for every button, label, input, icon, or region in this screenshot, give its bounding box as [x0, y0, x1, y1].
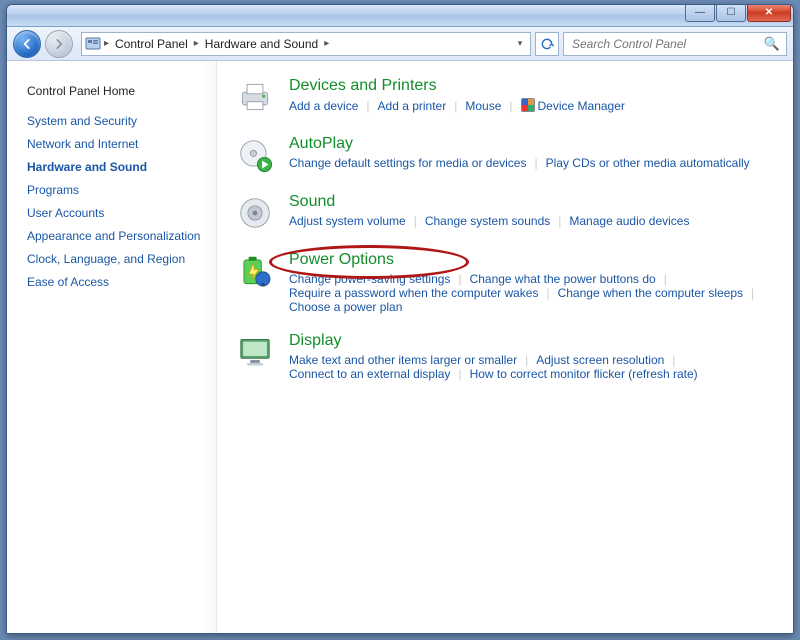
link-device-manager[interactable]: Device Manager	[521, 98, 625, 113]
speaker-icon	[235, 193, 275, 233]
control-panel-window: — ☐ ✕ ▸ Control Panel ▸ Hardware and Sou…	[6, 4, 794, 634]
back-button[interactable]	[13, 30, 41, 58]
control-panel-home-link[interactable]: Control Panel Home	[27, 84, 212, 98]
control-panel-icon	[84, 35, 102, 53]
category-title[interactable]: AutoPlay	[289, 135, 775, 153]
autoplay-icon	[235, 135, 275, 175]
link-text-size[interactable]: Make text and other items larger or smal…	[289, 353, 517, 367]
monitor-icon	[235, 332, 275, 372]
chevron-right-icon: ▸	[322, 38, 331, 49]
category-devices-printers: Devices and Printers Add a device| Add a…	[235, 77, 775, 117]
link-manage-audio[interactable]: Manage audio devices	[569, 214, 689, 228]
sidebar-item-clock-language[interactable]: Clock, Language, and Region	[27, 252, 212, 266]
category-title[interactable]: Devices and Printers	[289, 77, 775, 95]
search-input[interactable]	[570, 36, 764, 52]
content-body: Control Panel Home System and Security N…	[7, 61, 793, 633]
maximize-button[interactable]: ☐	[716, 4, 746, 22]
category-sound: Sound Adjust system volume| Change syste…	[235, 193, 775, 233]
uac-shield-icon	[521, 98, 535, 112]
printer-icon	[235, 77, 275, 117]
link-password-on-wake[interactable]: Require a password when the computer wak…	[289, 286, 538, 300]
arrow-left-icon	[20, 37, 34, 51]
link-change-sleep[interactable]: Change when the computer sleeps	[558, 286, 743, 300]
forward-button[interactable]	[45, 30, 73, 58]
sidebar: Control Panel Home System and Security N…	[7, 61, 217, 633]
chevron-right-icon: ▸	[192, 38, 201, 49]
link-power-button-action[interactable]: Change what the power buttons do	[470, 272, 656, 286]
window-buttons: — ☐ ✕	[684, 4, 791, 22]
link-adjust-volume[interactable]: Adjust system volume	[289, 214, 406, 228]
category-title[interactable]: Display	[289, 332, 775, 350]
link-monitor-flicker[interactable]: How to correct monitor flicker (refresh …	[470, 367, 698, 381]
sidebar-item-system-security[interactable]: System and Security	[27, 114, 212, 128]
link-mouse[interactable]: Mouse	[465, 99, 501, 113]
refresh-icon	[540, 37, 554, 51]
navigation-bar: ▸ Control Panel ▸ Hardware and Sound ▸ ▾…	[7, 27, 793, 61]
category-title[interactable]: Sound	[289, 193, 775, 211]
address-bar[interactable]: ▸ Control Panel ▸ Hardware and Sound ▸ ▾	[81, 32, 531, 56]
search-icon: 🔍	[764, 36, 780, 52]
address-dropdown-icon[interactable]: ▾	[512, 38, 528, 49]
link-change-media-defaults[interactable]: Change default settings for media or dev…	[289, 156, 526, 170]
minimize-button[interactable]: —	[685, 4, 715, 22]
search-box[interactable]: 🔍	[563, 32, 787, 56]
link-external-display[interactable]: Connect to an external display	[289, 367, 450, 381]
category-power-options: Power Options Change power-saving settin…	[235, 251, 775, 314]
link-add-device[interactable]: Add a device	[289, 99, 358, 113]
sidebar-item-ease-of-access[interactable]: Ease of Access	[27, 275, 212, 289]
link-add-printer[interactable]: Add a printer	[378, 99, 447, 113]
link-choose-power-plan[interactable]: Choose a power plan	[289, 300, 402, 314]
close-button[interactable]: ✕	[747, 4, 791, 22]
link-change-power-saving[interactable]: Change power-saving settings	[289, 272, 450, 286]
breadcrumb-control-panel[interactable]: Control Panel	[111, 37, 192, 51]
chevron-right-icon: ▸	[102, 38, 111, 49]
sidebar-item-appearance[interactable]: Appearance and Personalization	[27, 229, 212, 243]
arrow-right-icon	[52, 37, 66, 51]
link-change-sounds[interactable]: Change system sounds	[425, 214, 550, 228]
category-display: Display Make text and other items larger…	[235, 332, 775, 381]
link-play-cds-auto[interactable]: Play CDs or other media automatically	[546, 156, 750, 170]
sidebar-item-user-accounts[interactable]: User Accounts	[27, 206, 212, 220]
titlebar: — ☐ ✕	[7, 5, 793, 27]
sidebar-item-network-internet[interactable]: Network and Internet	[27, 137, 212, 151]
category-title[interactable]: Power Options	[289, 251, 775, 269]
breadcrumb-hardware-sound[interactable]: Hardware and Sound	[201, 37, 322, 51]
sidebar-item-programs[interactable]: Programs	[27, 183, 212, 197]
category-autoplay: AutoPlay Change default settings for med…	[235, 135, 775, 175]
main-panel: Devices and Printers Add a device| Add a…	[217, 61, 793, 633]
link-screen-resolution[interactable]: Adjust screen resolution	[536, 353, 664, 367]
refresh-button[interactable]	[535, 32, 559, 56]
battery-icon	[235, 251, 275, 291]
sidebar-item-hardware-sound[interactable]: Hardware and Sound	[27, 160, 212, 174]
